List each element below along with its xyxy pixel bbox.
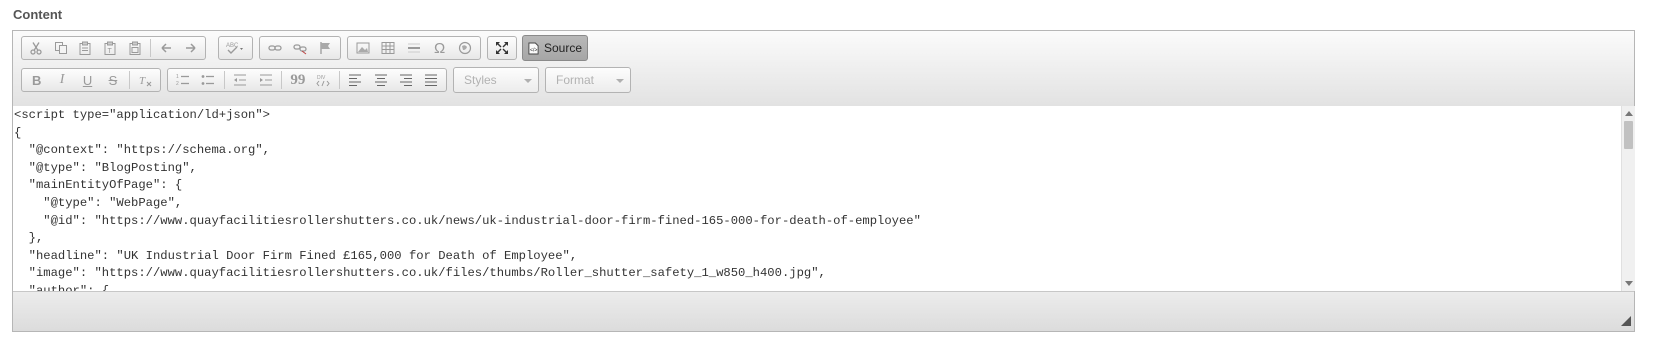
- cut-icon[interactable]: [24, 38, 49, 58]
- spellcheck-group: ABC: [218, 36, 253, 60]
- format-dropdown[interactable]: Format: [545, 67, 631, 93]
- toolbar-separator: [128, 71, 130, 89]
- source-editing-area[interactable]: <script type="application/ld+json"> { "@…: [13, 106, 1621, 291]
- source-button[interactable]: </> Source: [522, 35, 588, 61]
- toolbar-separator: [281, 71, 283, 89]
- svg-text:ABC: ABC: [226, 43, 239, 49]
- rich-text-editor: T ABC Ω </> Source B I U S T 1 2 99 DIV …: [12, 30, 1635, 332]
- svg-text:2: 2: [176, 81, 179, 87]
- format-dropdown-label: Format: [556, 73, 595, 87]
- paste-icon[interactable]: [73, 38, 98, 58]
- blockquote-icon[interactable]: 99: [285, 70, 310, 90]
- horizontal-rule-icon[interactable]: [401, 38, 427, 58]
- source-icon: </>: [528, 42, 539, 55]
- align-left-icon[interactable]: [343, 70, 368, 90]
- chevron-down-icon: [616, 79, 624, 83]
- resize-grip-icon[interactable]: [1621, 313, 1631, 326]
- special-char-icon[interactable]: Ω: [427, 38, 453, 58]
- svg-text:DIV: DIV: [317, 75, 326, 81]
- numbered-list-icon[interactable]: 12: [170, 70, 195, 90]
- iframe-icon[interactable]: [452, 38, 478, 58]
- indent-icon[interactable]: [253, 70, 278, 90]
- unlink-icon[interactable]: [287, 38, 312, 58]
- justify-icon[interactable]: [419, 70, 444, 90]
- svg-text:1: 1: [176, 74, 179, 80]
- paste-word-icon[interactable]: [122, 38, 147, 58]
- vertical-scrollbar[interactable]: [1621, 106, 1635, 291]
- link-icon[interactable]: [262, 38, 287, 58]
- link-group: [259, 36, 341, 60]
- div-icon[interactable]: DIV: [311, 70, 336, 90]
- toolbar-separator: [149, 39, 151, 57]
- editor-toolbar: T ABC Ω </> Source B I U S T 1 2 99 DIV …: [13, 31, 1634, 107]
- insert-group: Ω: [347, 36, 481, 60]
- styles-dropdown[interactable]: Styles: [453, 67, 539, 93]
- clipboard-group: T: [21, 36, 206, 60]
- redo-icon[interactable]: [178, 38, 203, 58]
- svg-text:</>: </>: [530, 47, 537, 53]
- spellcheck-icon[interactable]: ABC: [221, 38, 250, 58]
- undo-icon[interactable]: [154, 38, 179, 58]
- outdent-icon[interactable]: [228, 70, 253, 90]
- tools-group: [487, 36, 517, 60]
- anchor-icon[interactable]: [313, 38, 338, 58]
- toolbar-separator: [338, 71, 340, 89]
- svg-text:T: T: [108, 48, 113, 55]
- italic-icon[interactable]: I: [49, 70, 74, 90]
- scroll-down-icon[interactable]: [1625, 281, 1633, 286]
- underline-icon[interactable]: U: [75, 70, 100, 90]
- strike-icon[interactable]: S: [100, 70, 125, 90]
- maximize-icon[interactable]: [490, 38, 514, 58]
- align-center-icon[interactable]: [368, 70, 393, 90]
- source-code-text[interactable]: <script type="application/ld+json"> { "@…: [13, 106, 1621, 291]
- bold-icon[interactable]: B: [24, 70, 49, 90]
- styles-dropdown-label: Styles: [464, 73, 497, 87]
- editor-statusbar: [13, 291, 1634, 331]
- svg-text:T: T: [139, 75, 146, 87]
- paragraph-group: 12 99 DIV: [167, 68, 447, 92]
- field-label: Content: [13, 7, 63, 22]
- align-right-icon[interactable]: [393, 70, 418, 90]
- bulleted-list-icon[interactable]: [195, 70, 220, 90]
- paste-text-icon[interactable]: T: [98, 38, 123, 58]
- remove-format-icon[interactable]: T: [133, 70, 158, 90]
- scroll-up-icon[interactable]: [1625, 111, 1633, 116]
- basic-styles-group: B I U S T: [21, 68, 161, 92]
- source-label: Source: [543, 41, 583, 55]
- table-icon[interactable]: [376, 38, 402, 58]
- toolbar-separator: [223, 71, 225, 89]
- copy-icon[interactable]: [49, 38, 74, 58]
- image-icon[interactable]: [350, 38, 376, 58]
- scrollbar-thumb[interactable]: [1624, 121, 1633, 149]
- chevron-down-icon: [524, 79, 532, 83]
